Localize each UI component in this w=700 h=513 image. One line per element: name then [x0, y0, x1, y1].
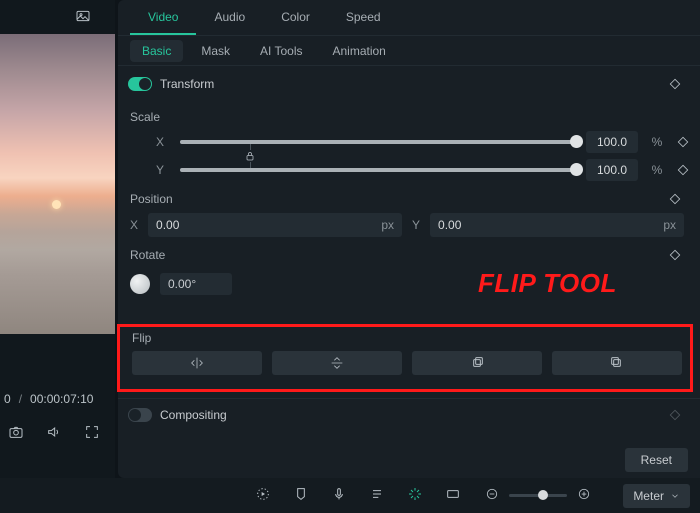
compositing-section: Compositing	[118, 398, 700, 430]
tab-color[interactable]: Color	[263, 0, 328, 35]
scale-x-keyframe-icon[interactable]	[676, 135, 690, 149]
position-x-unit: px	[381, 218, 394, 232]
flip-section: Flip	[117, 324, 693, 392]
position-label-row: Position	[118, 184, 700, 210]
ai-icon[interactable]	[407, 486, 423, 505]
zoom-control	[485, 487, 591, 504]
rotate-value[interactable]: 0.00°	[160, 273, 232, 295]
tab-speed[interactable]: Speed	[328, 0, 399, 35]
time-total: 00:00:07:10	[30, 392, 93, 406]
transform-toggle[interactable]	[128, 77, 152, 91]
zoom-slider[interactable]	[509, 494, 567, 497]
meter-dropdown[interactable]: Meter	[623, 484, 690, 508]
image-icon[interactable]	[75, 8, 91, 27]
voiceover-icon[interactable]	[331, 486, 347, 505]
flip-label: Flip	[132, 331, 682, 351]
scale-x-slider[interactable]	[180, 140, 576, 144]
preview-controls	[0, 416, 115, 450]
inspector-panel: Video Audio Color Speed Basic Mask AI To…	[118, 0, 700, 478]
snapshot-icon[interactable]	[8, 424, 24, 443]
scale-y-value[interactable]: 100.0	[586, 159, 638, 181]
position-x-input[interactable]: 0.00 px	[148, 213, 402, 237]
scale-label: Scale	[130, 110, 160, 124]
annotation-label: FLIP TOOL	[478, 268, 617, 299]
time-display: 0 / 00:00:07:10	[0, 382, 115, 416]
transform-section-header: Transform	[118, 66, 700, 102]
chevron-down-icon	[670, 491, 680, 501]
rotate-knob[interactable]	[130, 274, 150, 294]
scale-y-unit: %	[648, 163, 666, 177]
zoom-out-icon[interactable]	[485, 487, 499, 504]
flip-horizontal-button[interactable]	[132, 351, 262, 375]
reset-row: Reset	[625, 448, 688, 472]
toolbar-icons	[255, 486, 461, 505]
scale-x-unit: %	[648, 135, 666, 149]
bottom-toolbar: Meter	[0, 478, 700, 513]
rotate-keyframe-icon[interactable]	[668, 248, 682, 262]
position-keyframe-icon[interactable]	[668, 192, 682, 206]
video-preview[interactable]	[0, 34, 115, 334]
flip-vertical-button[interactable]	[272, 351, 402, 375]
fullscreen-icon[interactable]	[84, 424, 100, 443]
aspect-icon[interactable]	[445, 486, 461, 505]
rotate-cw-button[interactable]	[412, 351, 542, 375]
time-separator: /	[19, 392, 22, 406]
sunset-highlight	[52, 200, 61, 209]
scale-y-row: Y 100.0 %	[118, 156, 700, 184]
compositing-toggle[interactable]	[128, 408, 152, 422]
position-y-input[interactable]: 0.00 px	[430, 213, 684, 237]
subtab-animation[interactable]: Animation	[320, 40, 397, 62]
meter-label: Meter	[633, 489, 664, 503]
position-y-axis-label: Y	[412, 218, 420, 232]
compositing-keyframe-icon[interactable]	[668, 408, 682, 422]
marker-icon[interactable]	[293, 486, 309, 505]
reset-button[interactable]: Reset	[625, 448, 688, 472]
sub-tabs: Basic Mask AI Tools Animation	[118, 36, 700, 66]
transform-keyframe-icon[interactable]	[668, 77, 682, 91]
scale-y-slider[interactable]	[180, 168, 576, 172]
subtab-mask[interactable]: Mask	[189, 40, 242, 62]
subtab-basic[interactable]: Basic	[130, 40, 183, 62]
scale-y-keyframe-icon[interactable]	[676, 163, 690, 177]
compositing-label: Compositing	[160, 408, 227, 422]
tab-video[interactable]: Video	[130, 0, 196, 35]
position-x-value: 0.00	[156, 218, 179, 232]
main-tabs: Video Audio Color Speed	[118, 0, 700, 36]
subtab-aitools[interactable]: AI Tools	[248, 40, 314, 62]
preview-header	[0, 0, 115, 34]
rotate-label: Rotate	[130, 248, 165, 262]
time-current: 0	[4, 392, 11, 406]
scale-x-row: X 100.0 %	[118, 128, 700, 156]
volume-icon[interactable]	[46, 424, 62, 443]
scale-y-axis-label: Y	[156, 163, 170, 177]
rotate-label-row: Rotate	[118, 240, 700, 266]
position-x-axis-label: X	[130, 218, 138, 232]
position-inputs: X 0.00 px Y 0.00 px	[118, 210, 700, 240]
position-y-value: 0.00	[438, 218, 461, 232]
scale-x-value[interactable]: 100.0	[586, 131, 638, 153]
preview-column: 0 / 00:00:07:10	[0, 0, 115, 513]
render-icon[interactable]	[255, 486, 271, 505]
zoom-in-icon[interactable]	[577, 487, 591, 504]
scale-lock-icon[interactable]	[244, 142, 256, 170]
position-label: Position	[130, 192, 173, 206]
scale-x-axis-label: X	[156, 135, 170, 149]
scale-label-row: Scale	[118, 102, 700, 128]
position-y-unit: px	[663, 218, 676, 232]
transform-label: Transform	[160, 77, 214, 91]
list-icon[interactable]	[369, 486, 385, 505]
flip-button-row	[132, 351, 682, 375]
rotate-ccw-button[interactable]	[552, 351, 682, 375]
tab-audio[interactable]: Audio	[196, 0, 263, 35]
